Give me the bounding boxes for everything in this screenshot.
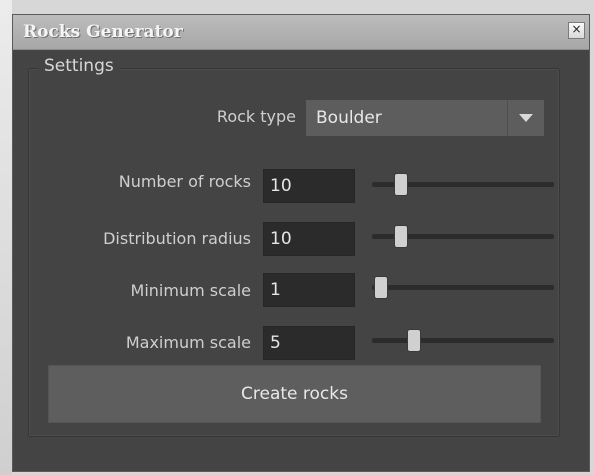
distribution-radius-field[interactable]: 10: [263, 222, 355, 256]
dropdown-arrow-button[interactable]: [507, 100, 544, 136]
desktop-background: [0, 0, 12, 475]
title-bar[interactable]: Rocks Generator ×: [13, 15, 589, 50]
window-title: Rocks Generator: [23, 22, 183, 42]
rock-type-dropdown[interactable]: Boulder: [306, 100, 544, 136]
settings-group-label: Settings: [38, 56, 120, 76]
close-button[interactable]: ×: [568, 22, 585, 39]
minimum-scale-slider-track[interactable]: [372, 285, 554, 290]
maximum-scale-field[interactable]: 5: [263, 326, 355, 360]
distribution-radius-slider-thumb[interactable]: [394, 226, 407, 247]
minimum-scale-label: Minimum scale: [130, 281, 251, 300]
close-icon: ×: [571, 22, 582, 36]
distribution-radius-label: Distribution radius: [103, 229, 251, 248]
maximum-scale-label: Maximum scale: [125, 333, 251, 352]
minimum-scale-slider-thumb[interactable]: [375, 277, 387, 298]
rock-type-label: Rock type: [216, 107, 296, 126]
number-of-rocks-field[interactable]: 10: [263, 169, 355, 203]
number-of-rocks-label: Number of rocks: [118, 172, 251, 191]
chevron-down-icon: [519, 114, 533, 122]
maximum-scale-slider-thumb[interactable]: [407, 330, 420, 351]
create-rocks-button[interactable]: Create rocks: [48, 365, 541, 423]
minimum-scale-field[interactable]: 1: [263, 273, 355, 307]
maximum-scale-slider-track[interactable]: [372, 338, 554, 343]
number-of-rocks-slider-thumb[interactable]: [394, 174, 407, 195]
rock-type-value: Boulder: [316, 108, 382, 128]
